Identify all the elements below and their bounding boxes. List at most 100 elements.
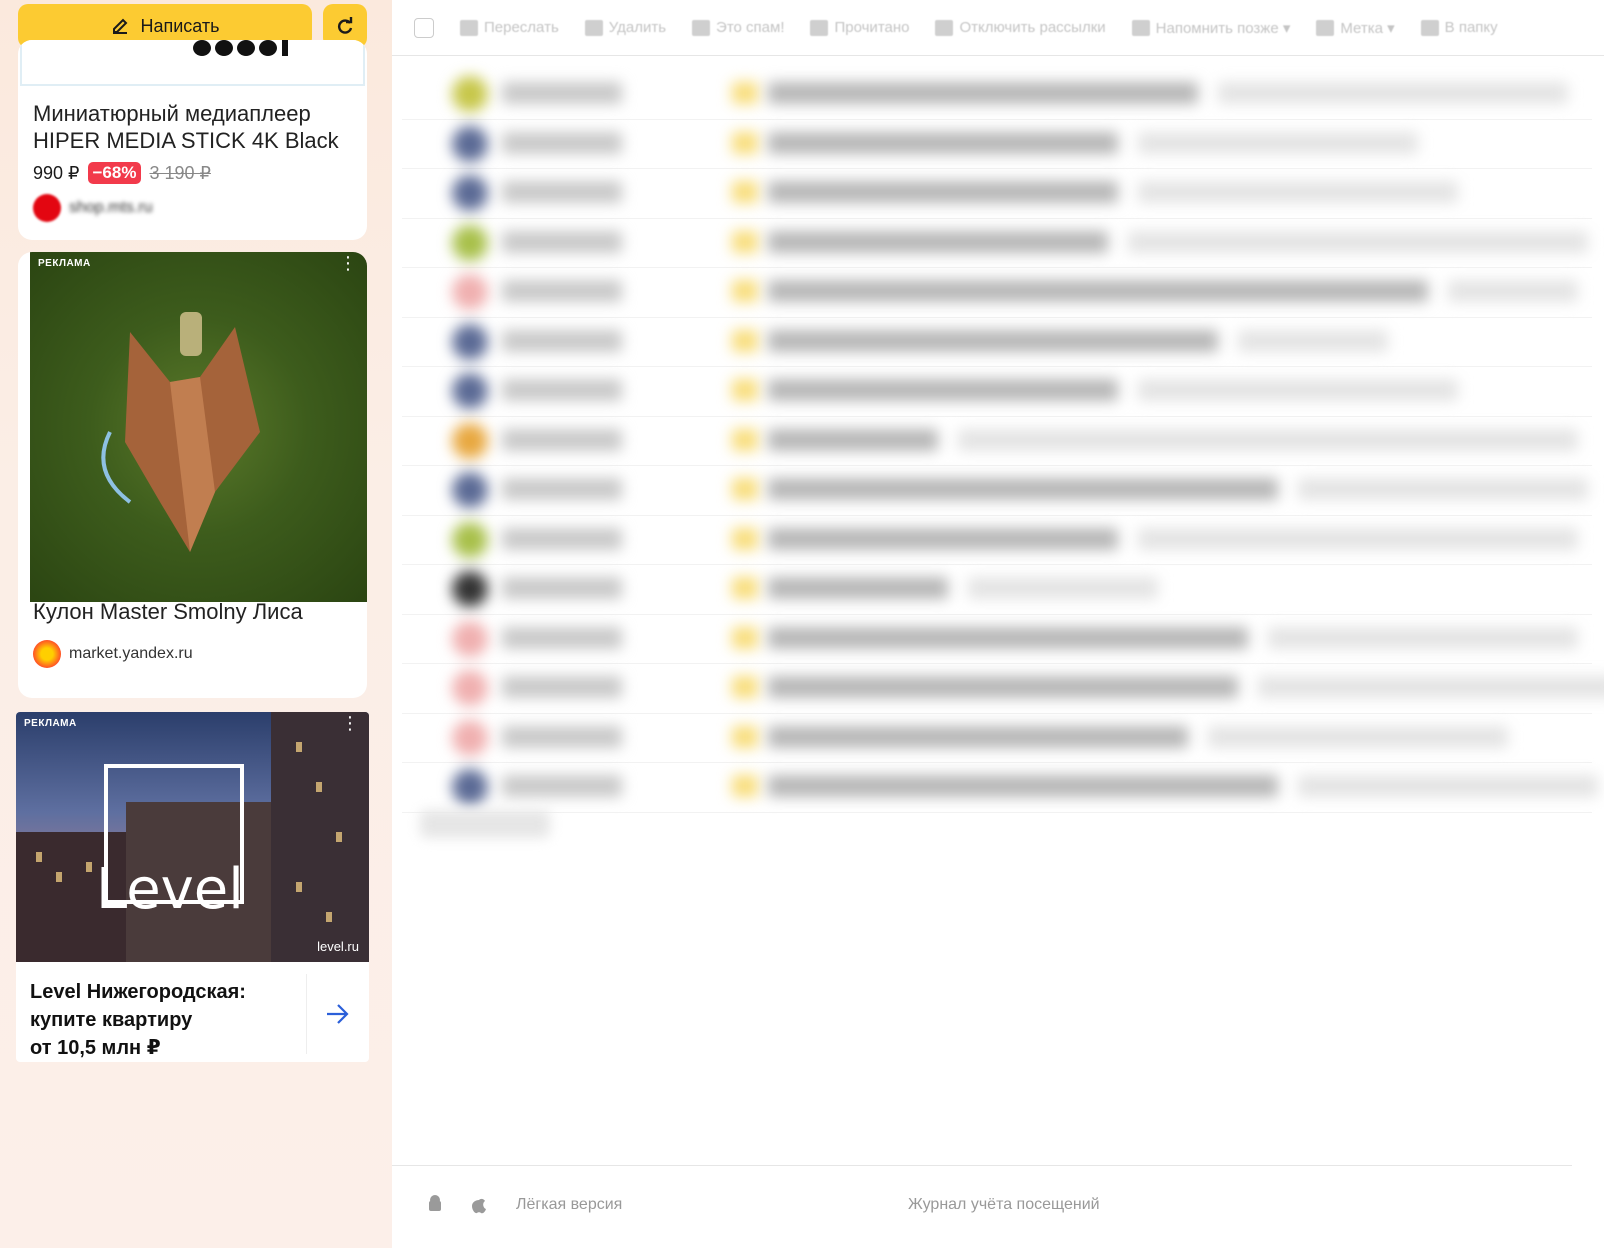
price: 990 ₽ bbox=[33, 162, 80, 183]
level-building-image: РЕКЛАМА Level level.ru ⋮ bbox=[16, 712, 369, 962]
message-row[interactable] bbox=[402, 169, 1592, 219]
message-sender bbox=[502, 181, 622, 203]
message-row[interactable] bbox=[402, 714, 1592, 763]
sender-avatar bbox=[452, 274, 488, 310]
refresh-icon bbox=[338, 17, 353, 34]
sidebar: Написать Миниатюрный медиаплеер HIPER ME… bbox=[0, 0, 392, 1248]
read-label: Прочитано bbox=[834, 19, 910, 36]
label-button[interactable]: Метка ▾ bbox=[1316, 19, 1395, 37]
message-subject bbox=[768, 181, 1118, 203]
tag-icon bbox=[1316, 19, 1335, 36]
message-dot bbox=[732, 329, 758, 352]
message-row[interactable] bbox=[402, 565, 1592, 615]
message-dot bbox=[732, 626, 758, 649]
message-row[interactable] bbox=[402, 367, 1592, 417]
message-row[interactable] bbox=[402, 763, 1598, 813]
message-row[interactable] bbox=[402, 466, 1592, 516]
message-dot bbox=[732, 131, 758, 154]
ad-card-pendant[interactable]: РЕКЛАМА ⋮ Кулон Master Smolny Лиса marke… bbox=[18, 252, 367, 698]
unsubscribe-icon bbox=[935, 19, 954, 36]
ad-arrow-button[interactable] bbox=[306, 974, 369, 1054]
delete-button[interactable]: Удалить bbox=[584, 19, 666, 36]
message-row[interactable] bbox=[402, 219, 1592, 268]
compose-label: Написать bbox=[140, 15, 220, 36]
move-to-folder-button[interactable]: В папку bbox=[1420, 19, 1498, 36]
message-row[interactable] bbox=[402, 417, 1592, 466]
android-icon[interactable] bbox=[424, 1194, 446, 1216]
remind-label: Напомнить позже ▾ bbox=[1155, 19, 1291, 37]
message-row[interactable] bbox=[402, 664, 1604, 714]
ad-menu-icon[interactable]: ⋮ bbox=[341, 714, 359, 732]
message-dot bbox=[732, 181, 758, 203]
message-subject bbox=[768, 626, 1248, 649]
ad-title-line1: Level Нижегородская: bbox=[30, 981, 246, 1003]
product-image bbox=[20, 40, 365, 86]
sender-avatar bbox=[452, 769, 488, 805]
sender-avatar bbox=[452, 224, 488, 261]
message-subject bbox=[768, 725, 1188, 748]
arrow-right-icon bbox=[327, 1004, 349, 1024]
message-dot bbox=[732, 379, 758, 401]
apple-icon[interactable] bbox=[468, 1194, 490, 1216]
message-subject bbox=[768, 478, 1278, 500]
message-snippet bbox=[958, 428, 1578, 451]
edit-icon bbox=[113, 18, 128, 34]
message-snippet bbox=[1258, 676, 1604, 698]
message-subject bbox=[768, 280, 1428, 302]
message-row[interactable] bbox=[402, 70, 1592, 120]
sender-avatar bbox=[452, 521, 488, 558]
select-all-checkbox[interactable] bbox=[414, 17, 434, 38]
folder-icon bbox=[1420, 19, 1439, 36]
spam-button[interactable]: Это спам! bbox=[692, 19, 784, 36]
message-dot bbox=[732, 577, 758, 599]
fox-pendant-illustration bbox=[101, 312, 260, 552]
ad-title-line2: HIPER MEDIA STICK 4K Black bbox=[33, 128, 339, 153]
message-snippet bbox=[1238, 329, 1388, 352]
message-sender bbox=[502, 230, 622, 253]
message-subject bbox=[768, 577, 948, 599]
message-row[interactable] bbox=[402, 268, 1592, 318]
footer: Лёгкая версия Журнал учёта посещений bbox=[392, 1165, 1572, 1246]
message-subject bbox=[768, 527, 1118, 550]
product-image-fragment bbox=[193, 40, 288, 56]
sender-avatar bbox=[452, 719, 488, 756]
ad-title: Кулон Master Smolny Лиса bbox=[33, 599, 303, 624]
spam-icon bbox=[692, 19, 711, 36]
unsubscribe-label: Отключить рассылки bbox=[959, 19, 1106, 36]
message-snippet bbox=[1128, 230, 1588, 253]
mail-main: Переслать Удалить Это спам! Прочитано От… bbox=[392, 0, 1604, 1248]
message-sender bbox=[502, 725, 622, 748]
sender-avatar bbox=[452, 571, 488, 607]
reminder-icon bbox=[1131, 19, 1150, 36]
ad-card-level[interactable]: РЕКЛАМА Level level.ru ⋮ Level Нижегород… bbox=[16, 712, 369, 1062]
message-subject bbox=[768, 329, 1218, 352]
message-snippet bbox=[1138, 131, 1418, 154]
remind-later-button[interactable]: Напомнить позже ▾ bbox=[1131, 19, 1291, 37]
source-domain: market.yandex.ru bbox=[69, 645, 193, 662]
message-row[interactable] bbox=[402, 516, 1592, 565]
message-snippet bbox=[1208, 725, 1508, 748]
message-dot bbox=[732, 775, 758, 797]
ad-card-mediaplayer[interactable]: Миниатюрный медиаплеер HIPER MEDIA STICK… bbox=[18, 40, 367, 240]
old-price: 3 190 ₽ bbox=[149, 162, 211, 183]
message-row[interactable] bbox=[402, 120, 1592, 169]
sender-avatar bbox=[452, 175, 488, 211]
ad-menu-icon[interactable]: ⋮ bbox=[339, 254, 357, 272]
unsubscribe-button[interactable]: Отключить рассылки bbox=[935, 19, 1106, 36]
message-snippet bbox=[1138, 181, 1458, 203]
ad-label: РЕКЛАМА bbox=[24, 718, 77, 729]
visits-log-link[interactable]: Журнал учёта посещений bbox=[908, 1196, 1100, 1214]
light-version-link[interactable]: Лёгкая версия bbox=[516, 1196, 622, 1214]
message-row[interactable] bbox=[402, 615, 1592, 664]
message-snippet bbox=[968, 577, 1158, 599]
sender-avatar bbox=[452, 125, 488, 162]
message-row[interactable] bbox=[402, 318, 1592, 367]
message-snippet bbox=[1448, 280, 1578, 302]
sender-avatar bbox=[452, 76, 488, 112]
mark-read-button[interactable]: Прочитано bbox=[810, 19, 909, 36]
price-row: 990 ₽ −68% 3 190 ₽ bbox=[33, 162, 211, 184]
message-list bbox=[402, 70, 1604, 813]
load-more-button[interactable] bbox=[420, 810, 550, 838]
forward-button[interactable]: Переслать bbox=[460, 19, 559, 36]
message-snippet bbox=[1138, 527, 1578, 550]
